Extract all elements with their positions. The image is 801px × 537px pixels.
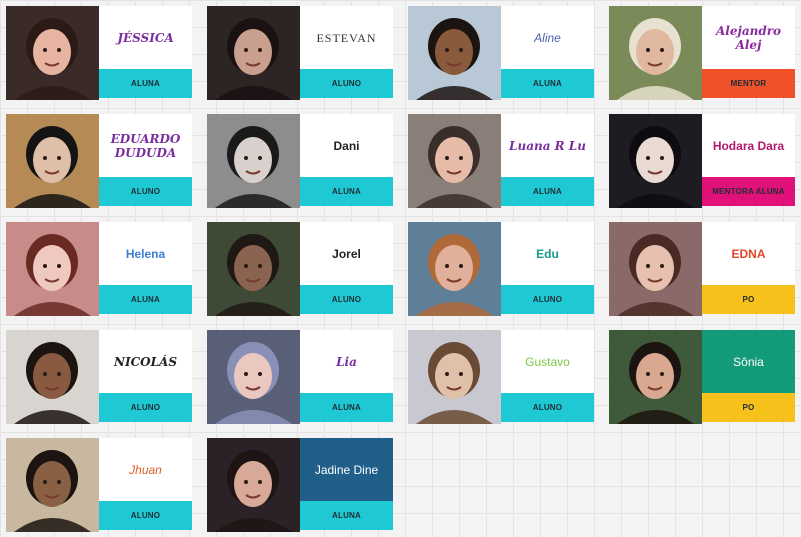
member-name: Edu (501, 222, 594, 285)
member-role-badge: ALUNO (99, 177, 192, 206)
member-photo[interactable] (207, 222, 300, 316)
member-role-badge: ALUNO (99, 501, 192, 530)
member-card[interactable]: Edu ALUNO (408, 222, 595, 316)
member-card[interactable]: Aline ALUNA (408, 6, 595, 100)
member-photo[interactable] (609, 6, 702, 100)
member-name: Hodara Dara (702, 114, 795, 177)
member-role-badge: ALUNA (99, 69, 192, 98)
member-role-badge: ALUNO (99, 393, 192, 422)
member-name: Luana R Lu (501, 114, 594, 177)
member-photo[interactable] (207, 114, 300, 208)
member-name: JÉSSICA (99, 6, 192, 69)
member-photo[interactable] (207, 438, 300, 532)
member-photo[interactable] (609, 114, 702, 208)
member-card[interactable]: Jadine Dine ALUNA (207, 438, 394, 532)
member-role-badge: ALUNO (501, 285, 594, 314)
member-photo[interactable] (6, 222, 99, 316)
member-role-badge: ALUNA (300, 501, 393, 530)
member-photo[interactable] (408, 114, 501, 208)
member-role-badge: MENTORA ALUNA (702, 177, 795, 206)
member-name: EDUARDO DUDUDA (99, 114, 192, 177)
member-photo[interactable] (609, 330, 702, 424)
member-photo[interactable] (6, 330, 99, 424)
member-name: ESTEVAN (300, 6, 393, 69)
member-photo[interactable] (6, 6, 99, 100)
member-name: Sônia (702, 330, 795, 393)
member-card[interactable]: JÉSSICA ALUNA (6, 6, 193, 100)
member-photo[interactable] (408, 330, 501, 424)
member-card[interactable]: EDUARDO DUDUDA ALUNO (6, 114, 193, 208)
member-card[interactable]: Helena ALUNA (6, 222, 193, 316)
member-role-badge: ALUNA (300, 393, 393, 422)
member-card[interactable]: Hodara Dara MENTORA ALUNA (609, 114, 796, 208)
member-card[interactable]: Jhuan ALUNO (6, 438, 193, 532)
member-name: Helena (99, 222, 192, 285)
member-role-badge: PO (702, 393, 795, 422)
member-name: Jhuan (99, 438, 192, 501)
member-name: Lia (300, 330, 393, 393)
member-role-badge: ALUNO (300, 285, 393, 314)
member-card[interactable]: Luana R Lu ALUNA (408, 114, 595, 208)
member-role-badge: ALUNA (501, 177, 594, 206)
member-name: Jadine Dine (300, 438, 393, 501)
member-name: Jorel (300, 222, 393, 285)
member-card[interactable]: Alejandro Alej MENTOR (609, 6, 796, 100)
member-photo[interactable] (207, 330, 300, 424)
member-card[interactable]: NICOLÁS ALUNO (6, 330, 193, 424)
member-role-badge: ALUNA (501, 69, 594, 98)
member-name: NICOLÁS (99, 330, 192, 393)
member-photo[interactable] (408, 222, 501, 316)
member-role-badge: ALUNA (300, 177, 393, 206)
member-name: Gustavo (501, 330, 594, 393)
member-photo[interactable] (408, 6, 501, 100)
member-name: Dani (300, 114, 393, 177)
member-card[interactable]: Gustavo ALUNO (408, 330, 595, 424)
member-photo[interactable] (207, 6, 300, 100)
member-role-badge: ALUNA (99, 285, 192, 314)
member-name: EDNA (702, 222, 795, 285)
member-card[interactable]: Lia ALUNA (207, 330, 394, 424)
member-role-badge: MENTOR (702, 69, 795, 98)
member-card[interactable]: ESTEVAN ALUNO (207, 6, 394, 100)
member-role-badge: ALUNO (501, 393, 594, 422)
member-role-badge: PO (702, 285, 795, 314)
member-photo[interactable] (609, 222, 702, 316)
member-name: Aline (501, 6, 594, 69)
member-role-badge: ALUNO (300, 69, 393, 98)
member-card[interactable]: Sônia PO (609, 330, 796, 424)
member-name: Alejandro Alej (702, 6, 795, 69)
member-card[interactable]: EDNA PO (609, 222, 796, 316)
member-photo[interactable] (6, 438, 99, 532)
member-card[interactable]: Dani ALUNA (207, 114, 394, 208)
member-card[interactable]: Jorel ALUNO (207, 222, 394, 316)
member-photo[interactable] (6, 114, 99, 208)
